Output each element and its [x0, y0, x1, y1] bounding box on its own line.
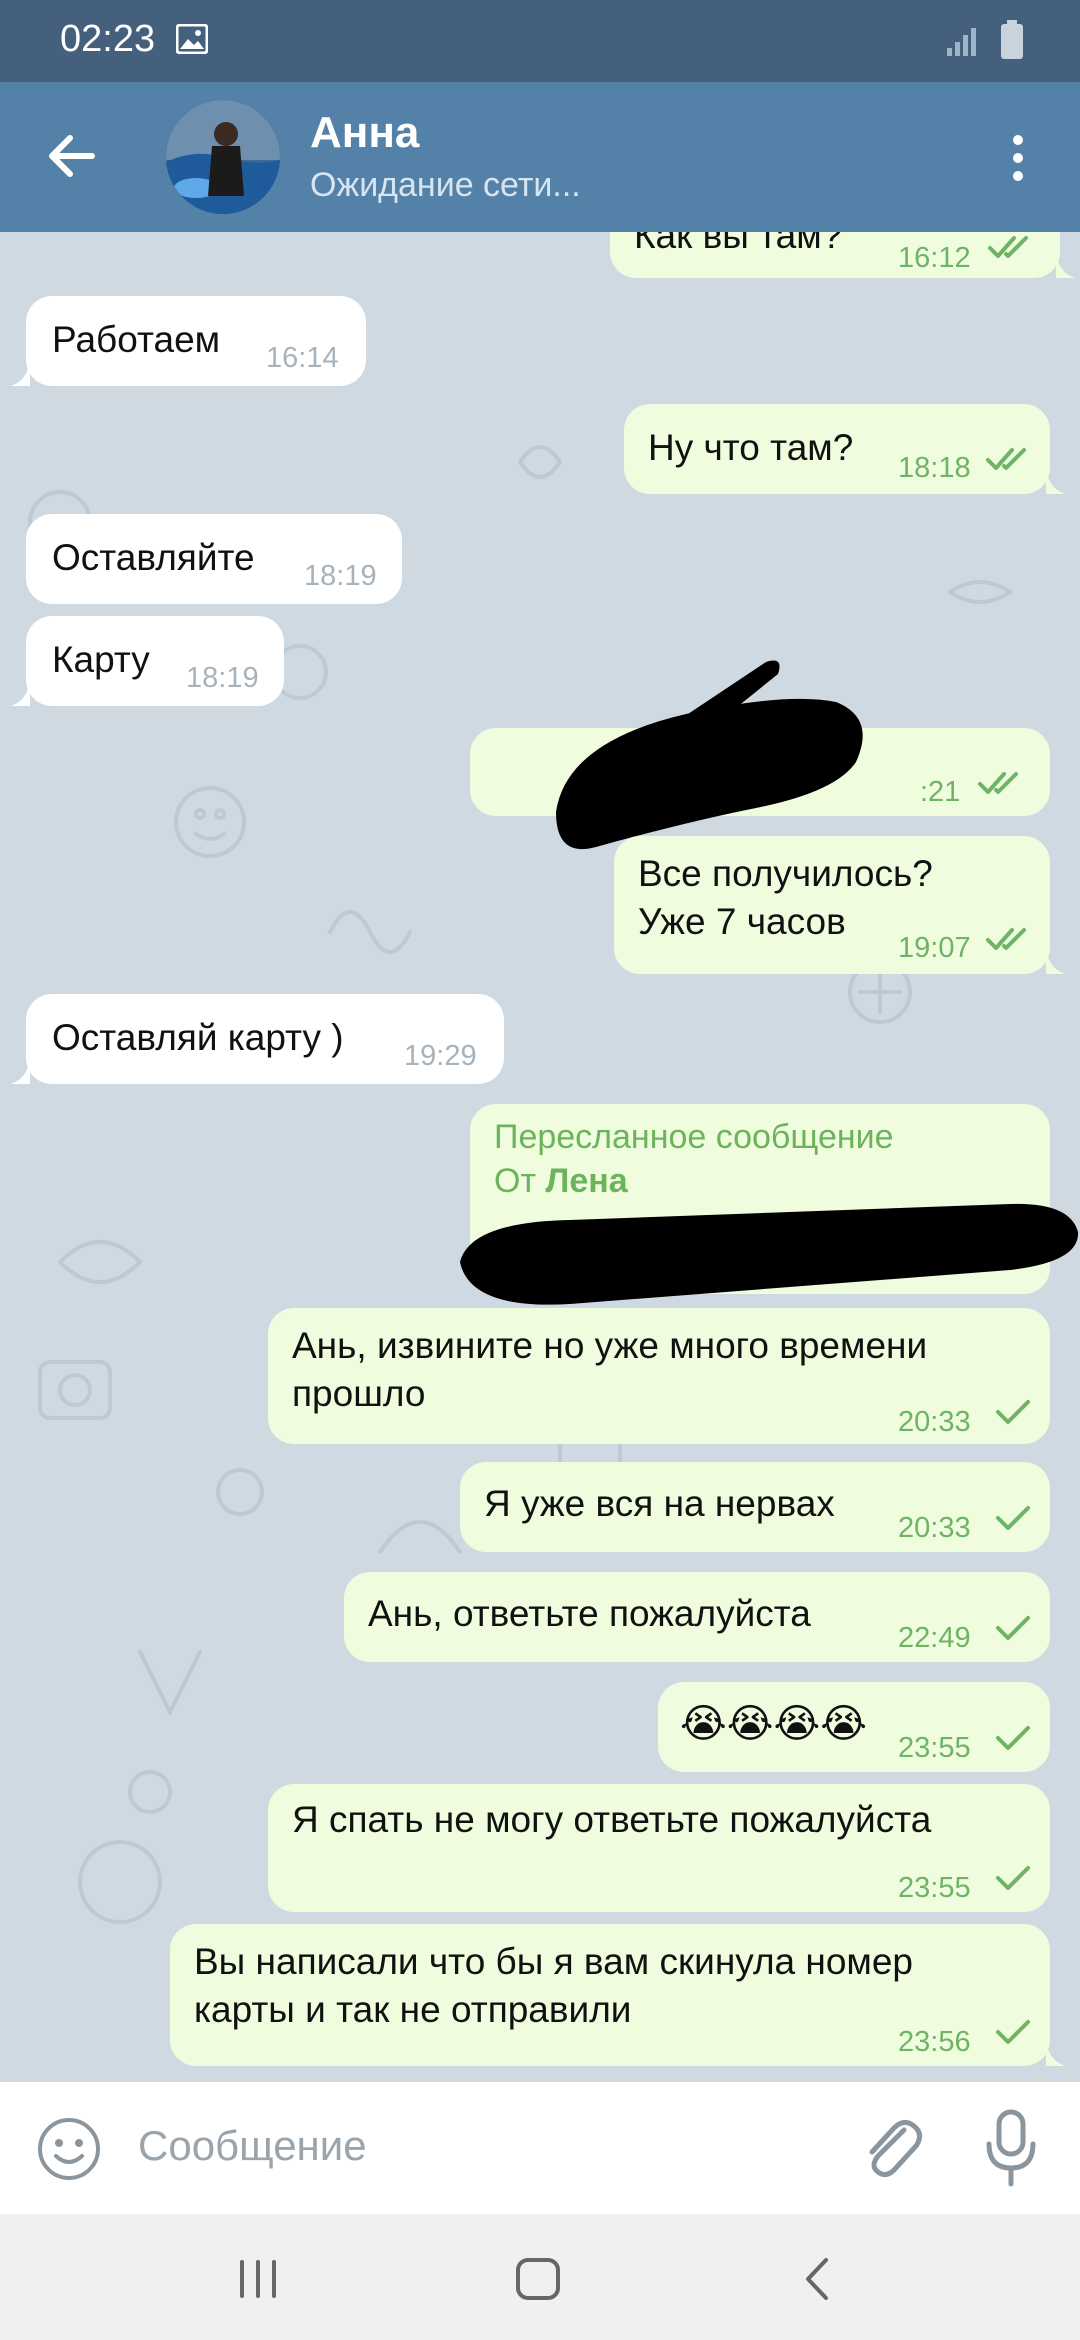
check-icon: [996, 1726, 1030, 1750]
bubble-tail: [1056, 254, 1076, 278]
message-text: Я уже вся на нервах: [484, 1483, 835, 1524]
message-text: Оставляй карту ): [52, 1017, 344, 1058]
message-bubble[interactable]: 😭😭😭😭 23:55: [658, 1682, 1050, 1772]
message-time: 19:29: [404, 1040, 477, 1072]
message-input[interactable]: Сообщение: [138, 2122, 367, 2170]
message-text-line: Ань, извините но уже много времени: [292, 1325, 928, 1366]
message-text-line: Все получилось?: [638, 853, 933, 894]
mic-icon[interactable]: [985, 2108, 1037, 2188]
message-time: 18:19: [186, 662, 259, 694]
back-arrow-icon[interactable]: [40, 124, 104, 188]
signal-icon: [947, 28, 976, 56]
double-check-icon: [988, 236, 1028, 258]
message-composer: Сообщение: [0, 2082, 1080, 2214]
message-bubble[interactable]: Работаем 16:14: [26, 296, 366, 386]
message-list[interactable]: Как вы там? 16:12 Работаем 16:14 Ну что …: [0, 232, 1080, 2082]
recents-icon[interactable]: [228, 2254, 288, 2304]
message-bubble[interactable]: Ань, ответьте пожалуйста 22:49: [344, 1572, 1050, 1662]
bubble-tail: [1046, 950, 1066, 974]
message-bubble[interactable]: Я уже вся на нервах 20:33: [460, 1462, 1050, 1552]
message-time: 16:12: [898, 242, 971, 274]
message-text: Работаем: [52, 319, 221, 360]
double-check-icon: [986, 928, 1026, 950]
message-bubble[interactable]: Ну что там? 18:18: [624, 404, 1050, 494]
message-time: 16:14: [266, 342, 339, 374]
message-bubble[interactable]: Я спать не могу ответьте пожалуйста 23:5…: [268, 1784, 1050, 1912]
bubble-tail: [10, 682, 30, 706]
check-icon: [996, 2020, 1030, 2044]
attach-icon[interactable]: [860, 2112, 924, 2184]
chat-header: Анна Ожидание сети...: [0, 82, 1080, 232]
message-time: 23:55: [898, 1732, 971, 1764]
double-check-icon: [978, 772, 1018, 794]
bubble-tail: [10, 1060, 30, 1084]
battery-icon: [1001, 20, 1023, 59]
message-bubble[interactable]: Все получилось? Уже 7 часов 19:07: [614, 836, 1050, 974]
message-time: 22:49: [898, 1622, 971, 1654]
home-icon[interactable]: [508, 2254, 568, 2304]
message-bubble[interactable]: Карту 18:19: [26, 616, 284, 706]
message-text-line: Вы написали что бы я вам скинула номер: [194, 1941, 913, 1982]
bubble-tail: [1046, 470, 1066, 494]
message-bubble[interactable]: Вы написали что бы я вам скинула номер к…: [170, 1924, 1050, 2066]
status-bar: 02:23: [0, 0, 1080, 82]
check-icon: [996, 1616, 1030, 1640]
message-text-line: карты и так не отправили: [194, 1989, 632, 2030]
message-bubble[interactable]: Оставляйте 18:19: [26, 514, 402, 604]
message-bubble[interactable]: Оставляй карту ) 19:29: [26, 994, 504, 1084]
message-time: 23:56: [898, 2026, 971, 2058]
message-text: Оставляйте: [52, 537, 255, 578]
nav-back-icon[interactable]: [788, 2254, 848, 2304]
check-icon: [996, 1866, 1030, 1890]
double-check-icon: [986, 448, 1026, 470]
message-bubble[interactable]: Как вы там? 16:12: [610, 232, 1060, 278]
message-text: Я спать не могу ответьте пожалуйста: [292, 1799, 932, 1840]
message-text: Ну что там?: [648, 427, 854, 468]
message-time: 23:55: [898, 1872, 971, 1904]
message-text-line: Уже 7 часов: [638, 901, 846, 942]
message-time: 19:07: [898, 932, 971, 964]
emoji-icon[interactable]: [36, 2116, 102, 2182]
message-text: Как вы там?: [634, 232, 843, 256]
message-text-line: прошло: [292, 1373, 426, 1414]
image-notification-icon: [176, 24, 208, 54]
redaction-scribble: [556, 660, 863, 850]
message-time: 18:19: [304, 560, 377, 592]
system-nav-bar: [0, 2214, 1080, 2340]
message-text: Карту: [52, 639, 150, 680]
avatar[interactable]: [166, 100, 280, 214]
message-bubble[interactable]: Ань, извините но уже много времени прошл…: [268, 1308, 1050, 1444]
more-vert-icon[interactable]: [1000, 126, 1036, 190]
message-time: 18:18: [898, 452, 971, 484]
contact-status: Ожидание сети...: [310, 166, 581, 204]
forwarded-label: Пересланное сообщение: [494, 1118, 894, 1156]
message-emoji: 😭😭😭😭: [680, 1702, 867, 1746]
bubble-tail: [1046, 2042, 1066, 2066]
bubble-tail: [10, 362, 30, 386]
check-icon: [996, 1400, 1030, 1424]
redaction-scribble: [460, 1203, 1079, 1305]
contact-name[interactable]: Анна: [310, 108, 419, 158]
message-text: Ань, ответьте пожалуйста: [368, 1593, 811, 1634]
message-time: 20:33: [898, 1406, 971, 1438]
check-icon: [996, 1506, 1030, 1530]
status-time: 02:23: [60, 18, 156, 60]
message-time: 20:33: [898, 1512, 971, 1544]
